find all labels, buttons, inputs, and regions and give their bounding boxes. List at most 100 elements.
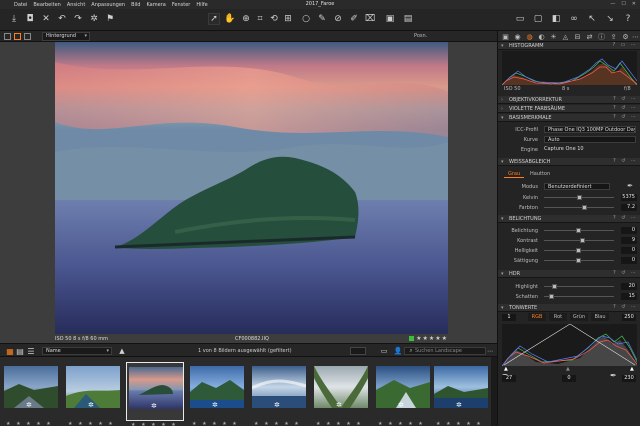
section-controls-icon[interactable]: ? ↺ ⋯: [613, 114, 638, 120]
contrast-slider-knob[interactable]: [580, 238, 585, 243]
hand-icon[interactable]: ✋: [224, 13, 236, 25]
highlight-slider-knob[interactable]: [552, 284, 557, 289]
exposure-value[interactable]: 0: [621, 227, 637, 234]
close-window-icon[interactable]: ✕: [632, 1, 636, 7]
redo-icon[interactable]: ↷: [72, 13, 84, 25]
thumbnail[interactable]: ✲ ★ ★ ★ ★ ★: [432, 362, 490, 426]
thumb-rating[interactable]: ★ ★ ★ ★ ★: [68, 421, 115, 426]
color-tab-icon[interactable]: ◐: [537, 32, 546, 41]
keystone-icon[interactable]: ⊞: [282, 13, 294, 25]
section-controls-icon[interactable]: ? ▭ ⋯: [612, 42, 638, 48]
multi-view-icon[interactable]: [14, 33, 21, 40]
section-controls-icon[interactable]: ? ↺ ⋯: [613, 270, 638, 276]
copy-adjustments-icon[interactable]: ↖: [586, 13, 598, 25]
exposure-warning-icon[interactable]: ▣: [384, 13, 396, 25]
thumb-rating[interactable]: ★ ★ ★ ★ ★: [316, 421, 363, 426]
shadow-slider-track[interactable]: [544, 296, 614, 297]
section-controls-icon[interactable]: ? ↺ ⋯: [613, 105, 638, 111]
thumb-rating[interactable]: ★ ★ ★ ★ ★: [192, 421, 239, 426]
help-icon[interactable]: ?: [622, 13, 634, 25]
lens-correction-section-header[interactable]: › OBJEKTIVKORREKTUR ? ↺ ⋯: [498, 96, 640, 104]
section-controls-icon[interactable]: ? ↺ ⋯: [613, 304, 638, 310]
thumb-rating[interactable]: ★ ★ ★ ★ ★: [6, 421, 53, 426]
menu-ansicht[interactable]: Ansicht: [67, 2, 85, 8]
hdr-section-header[interactable]: ▾ HDR ? ↺ ⋯: [498, 270, 640, 278]
output-high-handle-icon[interactable]: ▲: [630, 366, 634, 372]
icc-profile-select[interactable]: Phase One IQ3 100MP Outdoor Dayl: [544, 126, 636, 133]
proof-icon[interactable]: ▤: [402, 13, 414, 25]
shadow-slider-knob[interactable]: [549, 294, 554, 299]
tab-grau[interactable]: Grau: [504, 170, 525, 178]
minimize-icon[interactable]: —: [610, 1, 615, 7]
brightness-slider-knob[interactable]: [576, 248, 581, 253]
single-view-icon[interactable]: [4, 33, 11, 40]
main-photo[interactable]: [55, 42, 448, 334]
user-icon[interactable]: 👤: [392, 345, 404, 357]
rating-stars[interactable]: ★★★★★: [409, 335, 448, 342]
output-mid-handle-icon[interactable]: ▲: [566, 366, 570, 372]
wb-mode-select[interactable]: Benutzerdefiniert: [544, 183, 610, 190]
batch-tab-icon[interactable]: ⚙: [621, 32, 630, 41]
grid-view-icon[interactable]: [24, 33, 31, 40]
import-icon[interactable]: ⤓: [8, 13, 20, 25]
layer-select[interactable]: Hintergrund: [42, 32, 90, 41]
crop-icon[interactable]: ⌗: [254, 13, 266, 25]
thumbnail[interactable]: ✲ ★ ★ ★ ★ ★: [2, 362, 60, 426]
menu-fenster[interactable]: Fenster: [172, 2, 191, 8]
metadata-tab-icon[interactable]: ⓘ: [597, 32, 606, 41]
thumb-rating[interactable]: ★ ★ ★ ★ ★: [378, 421, 425, 426]
tint-slider-track[interactable]: [544, 207, 614, 208]
adjustments-tab-icon[interactable]: ⇄: [585, 32, 594, 41]
glasses-icon[interactable]: ∞: [568, 13, 580, 25]
menu-bild[interactable]: Bild: [131, 2, 140, 8]
thumb-rating[interactable]: ★ ★ ★ ★ ★: [131, 422, 178, 426]
eyedropper-icon[interactable]: ✒: [627, 182, 633, 190]
levels-section-header[interactable]: ▾ TONWERTE ? ↺ ⋯: [498, 304, 640, 312]
cursor-icon[interactable]: ➚: [208, 13, 220, 25]
purple-fringing-section-header[interactable]: › VIOLETTE FARBSÄUME ? ↺ ⋯: [498, 105, 640, 113]
circle-mask-icon[interactable]: ○: [300, 13, 312, 25]
section-controls-icon[interactable]: ? ↺ ⋯: [613, 96, 638, 102]
more-tabs-icon[interactable]: ⋯: [631, 32, 640, 41]
rotate-icon[interactable]: ⟲: [268, 13, 280, 25]
section-controls-icon[interactable]: ? ↺ ⋯: [613, 158, 638, 164]
thumb-rating[interactable]: ★ ★ ★ ★ ★: [436, 421, 483, 426]
output-tab-icon[interactable]: ⇪: [609, 32, 618, 41]
exposure-section-header[interactable]: ▾ BELICHTUNG ? ↺ ⋯: [498, 215, 640, 223]
thumb-rating[interactable]: ★ ★ ★ ★ ★: [254, 421, 301, 426]
sort-select[interactable]: Name: [42, 347, 112, 355]
levels-output-low[interactable]: 27: [502, 375, 516, 382]
undo-icon[interactable]: ↶: [56, 13, 68, 25]
apply-adjustments-icon[interactable]: ↘: [604, 13, 616, 25]
annotate-icon[interactable]: ✐: [348, 13, 360, 25]
local-adjustments-tab-icon[interactable]: ⊟: [573, 32, 582, 41]
menu-datei[interactable]: Datei: [14, 2, 27, 8]
levels-graph[interactable]: [501, 323, 638, 370]
tab-rgb[interactable]: RGB: [528, 313, 546, 321]
thumbnail-size-slider[interactable]: [350, 347, 366, 355]
levels-input-low[interactable]: 1: [502, 314, 516, 321]
brightness-value[interactable]: 0: [621, 247, 637, 254]
delete-icon[interactable]: ✕: [40, 13, 52, 25]
tab-blau[interactable]: Blau: [591, 313, 609, 321]
shadow-value[interactable]: 15: [621, 293, 637, 300]
more-icon[interactable]: ⋯: [484, 345, 496, 357]
contrast-slider-track[interactable]: [544, 240, 614, 241]
camera-icon[interactable]: ◘: [24, 13, 36, 25]
white-balance-section-header[interactable]: ▾ WEISSABGLEICH ? ↺ ⋯: [498, 158, 640, 166]
copy-panel-icon[interactable]: ▭: [514, 13, 526, 25]
rating-filter-icon[interactable]: ▭: [378, 345, 390, 357]
levels-input-high[interactable]: 250: [622, 314, 636, 321]
color-tag[interactable]: [409, 336, 415, 341]
menu-bearbeiten[interactable]: Bearbeiten: [33, 2, 60, 8]
menu-kamera[interactable]: Kamera: [146, 2, 165, 8]
saturation-value[interactable]: 0: [621, 257, 637, 264]
exposure-tab-icon[interactable]: ☀: [549, 32, 558, 41]
histogram-section-header[interactable]: ▾ HISTOGRAMM ? ▭ ⋯: [498, 42, 640, 50]
kelvin-value[interactable]: 5375: [621, 194, 637, 201]
zoom-icon[interactable]: ⊕: [240, 13, 252, 25]
tab-rot[interactable]: Rot: [549, 313, 567, 321]
tab-gruen[interactable]: Grün: [570, 313, 588, 321]
thumbnail[interactable]: ✲ ★ ★ ★ ★ ★: [374, 362, 432, 426]
menu-hilfe[interactable]: Hilfe: [196, 2, 207, 8]
